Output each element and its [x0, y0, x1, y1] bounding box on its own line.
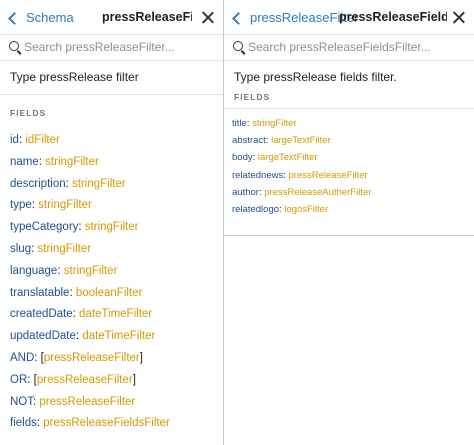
field-name: language [10, 264, 58, 277]
field-type-link[interactable]: idFilter [25, 134, 60, 146]
panel-header: pressReleaseFilter pressReleaseFieldsFi.… [224, 0, 474, 34]
field-type-link[interactable]: stringFilter [45, 156, 99, 168]
field-name: author [232, 186, 259, 198]
field-name: name [10, 155, 39, 168]
field-row: body: largeTextFilter [232, 152, 318, 164]
field-type-link[interactable]: stringFilter [64, 265, 118, 277]
close-icon[interactable] [452, 11, 465, 24]
field-name: translatable [10, 286, 70, 299]
field-name: type [10, 199, 32, 212]
field-name: body [232, 152, 253, 164]
doc-panel-right: pressReleaseFilter pressReleaseFieldsFi.… [224, 0, 474, 236]
field-name: NOT [10, 395, 33, 408]
field-type-link[interactable]: stringFilter [38, 199, 92, 211]
chevron-left-icon [8, 11, 21, 25]
field-row: title: stringFilter [232, 118, 297, 129]
field-row: createdDate: dateTimeFilter [10, 308, 153, 321]
search-input[interactable] [24, 39, 214, 55]
field-type-link[interactable]: largeTextFilter [258, 152, 318, 163]
fields-list: title: stringFilter abstract: largeTextFi… [232, 115, 371, 218]
field-row: translatable: booleanFilter [10, 286, 143, 299]
panel-bottom-border [224, 235, 474, 236]
field-row: language: stringFilter [10, 264, 118, 277]
search-bar [0, 34, 223, 61]
fields-list: id: idFilter name: stringFilter descriptio… [10, 130, 170, 435]
field-row: abstract: largeTextFilter [232, 135, 331, 147]
doc-panel-left: Schema pressReleaseFilter Type pressRele… [0, 0, 223, 445]
field-row: name: stringFilter [10, 155, 99, 168]
panel-header: Schema pressReleaseFilter [0, 0, 223, 34]
field-row: type: stringFilter [10, 199, 92, 212]
field-row: OR: [pressReleaseFilter] [10, 373, 136, 386]
field-row: description: stringFilter [10, 177, 126, 190]
fields-section-label: FIELDS [234, 92, 271, 102]
field-type-link[interactable]: pressReleaseFilter [289, 170, 368, 181]
field-type-link[interactable]: dateTimeFilter [79, 308, 152, 320]
field-type-link[interactable]: stringFilter [252, 118, 296, 129]
field-row: author: pressReleaseAutherFilter [232, 186, 372, 198]
field-row: updatedDate: dateTimeFilter [10, 330, 156, 343]
field-row: slug: stringFilter [10, 242, 92, 255]
field-row: relatedlogo: logosFilter [232, 203, 329, 215]
field-type-link[interactable]: pressReleaseFilter [37, 374, 133, 386]
field-row: relatednews: pressReleaseFilter [232, 169, 368, 181]
field-name: id [10, 134, 19, 146]
field-name: abstract [232, 135, 266, 147]
field-name: AND [10, 351, 35, 364]
divider [224, 108, 474, 109]
field-row: AND: [pressReleaseFilter] [10, 351, 143, 364]
field-type-link[interactable]: stringFilter [85, 221, 139, 233]
field-type-link[interactable]: largeTextFilter [271, 135, 331, 146]
field-type-link[interactable]: dateTimeFilter [82, 330, 155, 342]
search-input[interactable] [248, 39, 468, 55]
field-name: typeCategory [10, 221, 79, 234]
chevron-left-icon [232, 11, 245, 25]
close-icon[interactable] [201, 11, 214, 24]
field-type-link[interactable]: logosFilter [284, 204, 328, 215]
divider [0, 94, 223, 95]
panel-title: pressReleaseFieldsFi... [339, 10, 447, 24]
field-row: typeCategory: stringFilter [10, 221, 139, 234]
back-button[interactable]: Schema [8, 10, 74, 25]
fields-section-label: FIELDS [10, 108, 47, 118]
field-type-link[interactable]: pressReleaseFilter [39, 396, 135, 408]
field-name: title [232, 118, 247, 129]
field-type-link[interactable]: pressReleaseAutherFilter [264, 187, 371, 198]
panel-title: pressReleaseFilter [102, 10, 192, 24]
field-type-link[interactable]: pressReleaseFilter [44, 352, 140, 364]
field-type-link[interactable]: pressReleaseFieldsFilter [43, 417, 170, 429]
field-row: NOT: pressReleaseFilter [10, 395, 136, 408]
field-type-link[interactable]: stringFilter [72, 178, 126, 190]
field-name: description [10, 177, 66, 190]
field-name: updatedDate [10, 330, 76, 343]
field-name: relatednews [232, 169, 284, 181]
field-name: createdDate [10, 308, 73, 321]
field-name: fields [10, 417, 37, 430]
field-name: OR [10, 373, 28, 386]
field-row: fields: pressReleaseFieldsFilter [10, 417, 170, 430]
back-label: Schema [26, 10, 74, 25]
search-icon [9, 41, 19, 51]
field-type-link[interactable]: stringFilter [38, 243, 92, 255]
field-type-link[interactable]: booleanFilter [76, 287, 142, 299]
search-bar [224, 34, 474, 61]
field-name: relatedlogo [232, 203, 280, 215]
type-description: Type pressRelease filter [10, 70, 139, 84]
field-name: slug [10, 242, 32, 255]
field-row: id: idFilter [10, 134, 60, 146]
search-icon [233, 41, 243, 51]
type-description: Type pressRelease fields filter. [234, 70, 397, 84]
